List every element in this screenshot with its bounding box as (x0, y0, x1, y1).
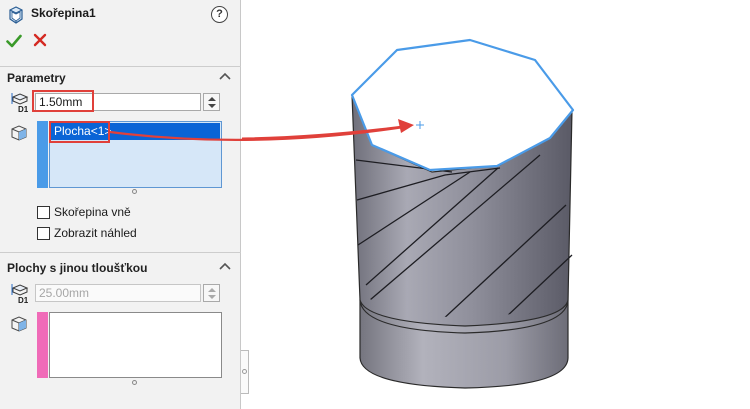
parameters-section-title[interactable]: Parametry (7, 71, 66, 85)
thickness-dimension-icon: D1 (11, 93, 29, 113)
thickness-dimension-icon: D1 (11, 284, 29, 304)
face-color-strip-blue (37, 121, 48, 188)
faces-to-remove-list[interactable]: Plocha<1> (49, 121, 222, 188)
shell-outward-label: Skořepina vně (54, 205, 131, 219)
face-selection-icon (11, 316, 27, 332)
svg-text:D1: D1 (18, 105, 29, 113)
thickness-spinner[interactable] (203, 93, 220, 111)
checkmark-icon[interactable] (6, 33, 22, 49)
feature-title: Skořepina1 (31, 6, 96, 20)
chevron-up-icon[interactable] (219, 262, 231, 270)
spin-down-arrow[interactable] (208, 104, 216, 108)
thickness-input[interactable]: 1.50mm (35, 93, 201, 111)
list-item[interactable]: Plocha<1> (51, 123, 220, 140)
svg-text:D1: D1 (18, 296, 29, 304)
spin-down-arrow[interactable] (208, 295, 216, 299)
multi-thickness-spinner[interactable] (203, 284, 220, 302)
face-selection-icon (11, 125, 27, 141)
shell-feature-icon (9, 6, 23, 24)
shell-outward-checkbox[interactable] (37, 206, 50, 219)
show-preview-label: Zobrazit náhled (54, 226, 137, 240)
multi-thickness-faces-list[interactable] (49, 312, 222, 378)
section-divider (0, 66, 241, 67)
help-icon[interactable]: ? (211, 6, 228, 23)
face-color-strip-pink (37, 312, 48, 378)
property-manager-header: Skořepina1 ? (0, 0, 241, 64)
multi-thickness-input[interactable]: 25.00mm (35, 284, 201, 302)
graphics-area[interactable] (242, 0, 750, 409)
close-icon[interactable] (33, 33, 47, 47)
section-divider (0, 252, 241, 253)
property-manager-panel: Skořepina1 ? Parametry D1 1.50mm Plocha<… (0, 0, 241, 409)
list-resize-handle[interactable] (132, 380, 137, 385)
spin-up-arrow[interactable] (208, 97, 216, 101)
multi-thickness-section-title[interactable]: Plochy s jinou tloušťkou (7, 261, 147, 275)
show-preview-checkbox[interactable] (37, 227, 50, 240)
spin-up-arrow[interactable] (208, 288, 216, 292)
list-resize-handle[interactable] (132, 189, 137, 194)
chevron-up-icon[interactable] (219, 72, 231, 80)
